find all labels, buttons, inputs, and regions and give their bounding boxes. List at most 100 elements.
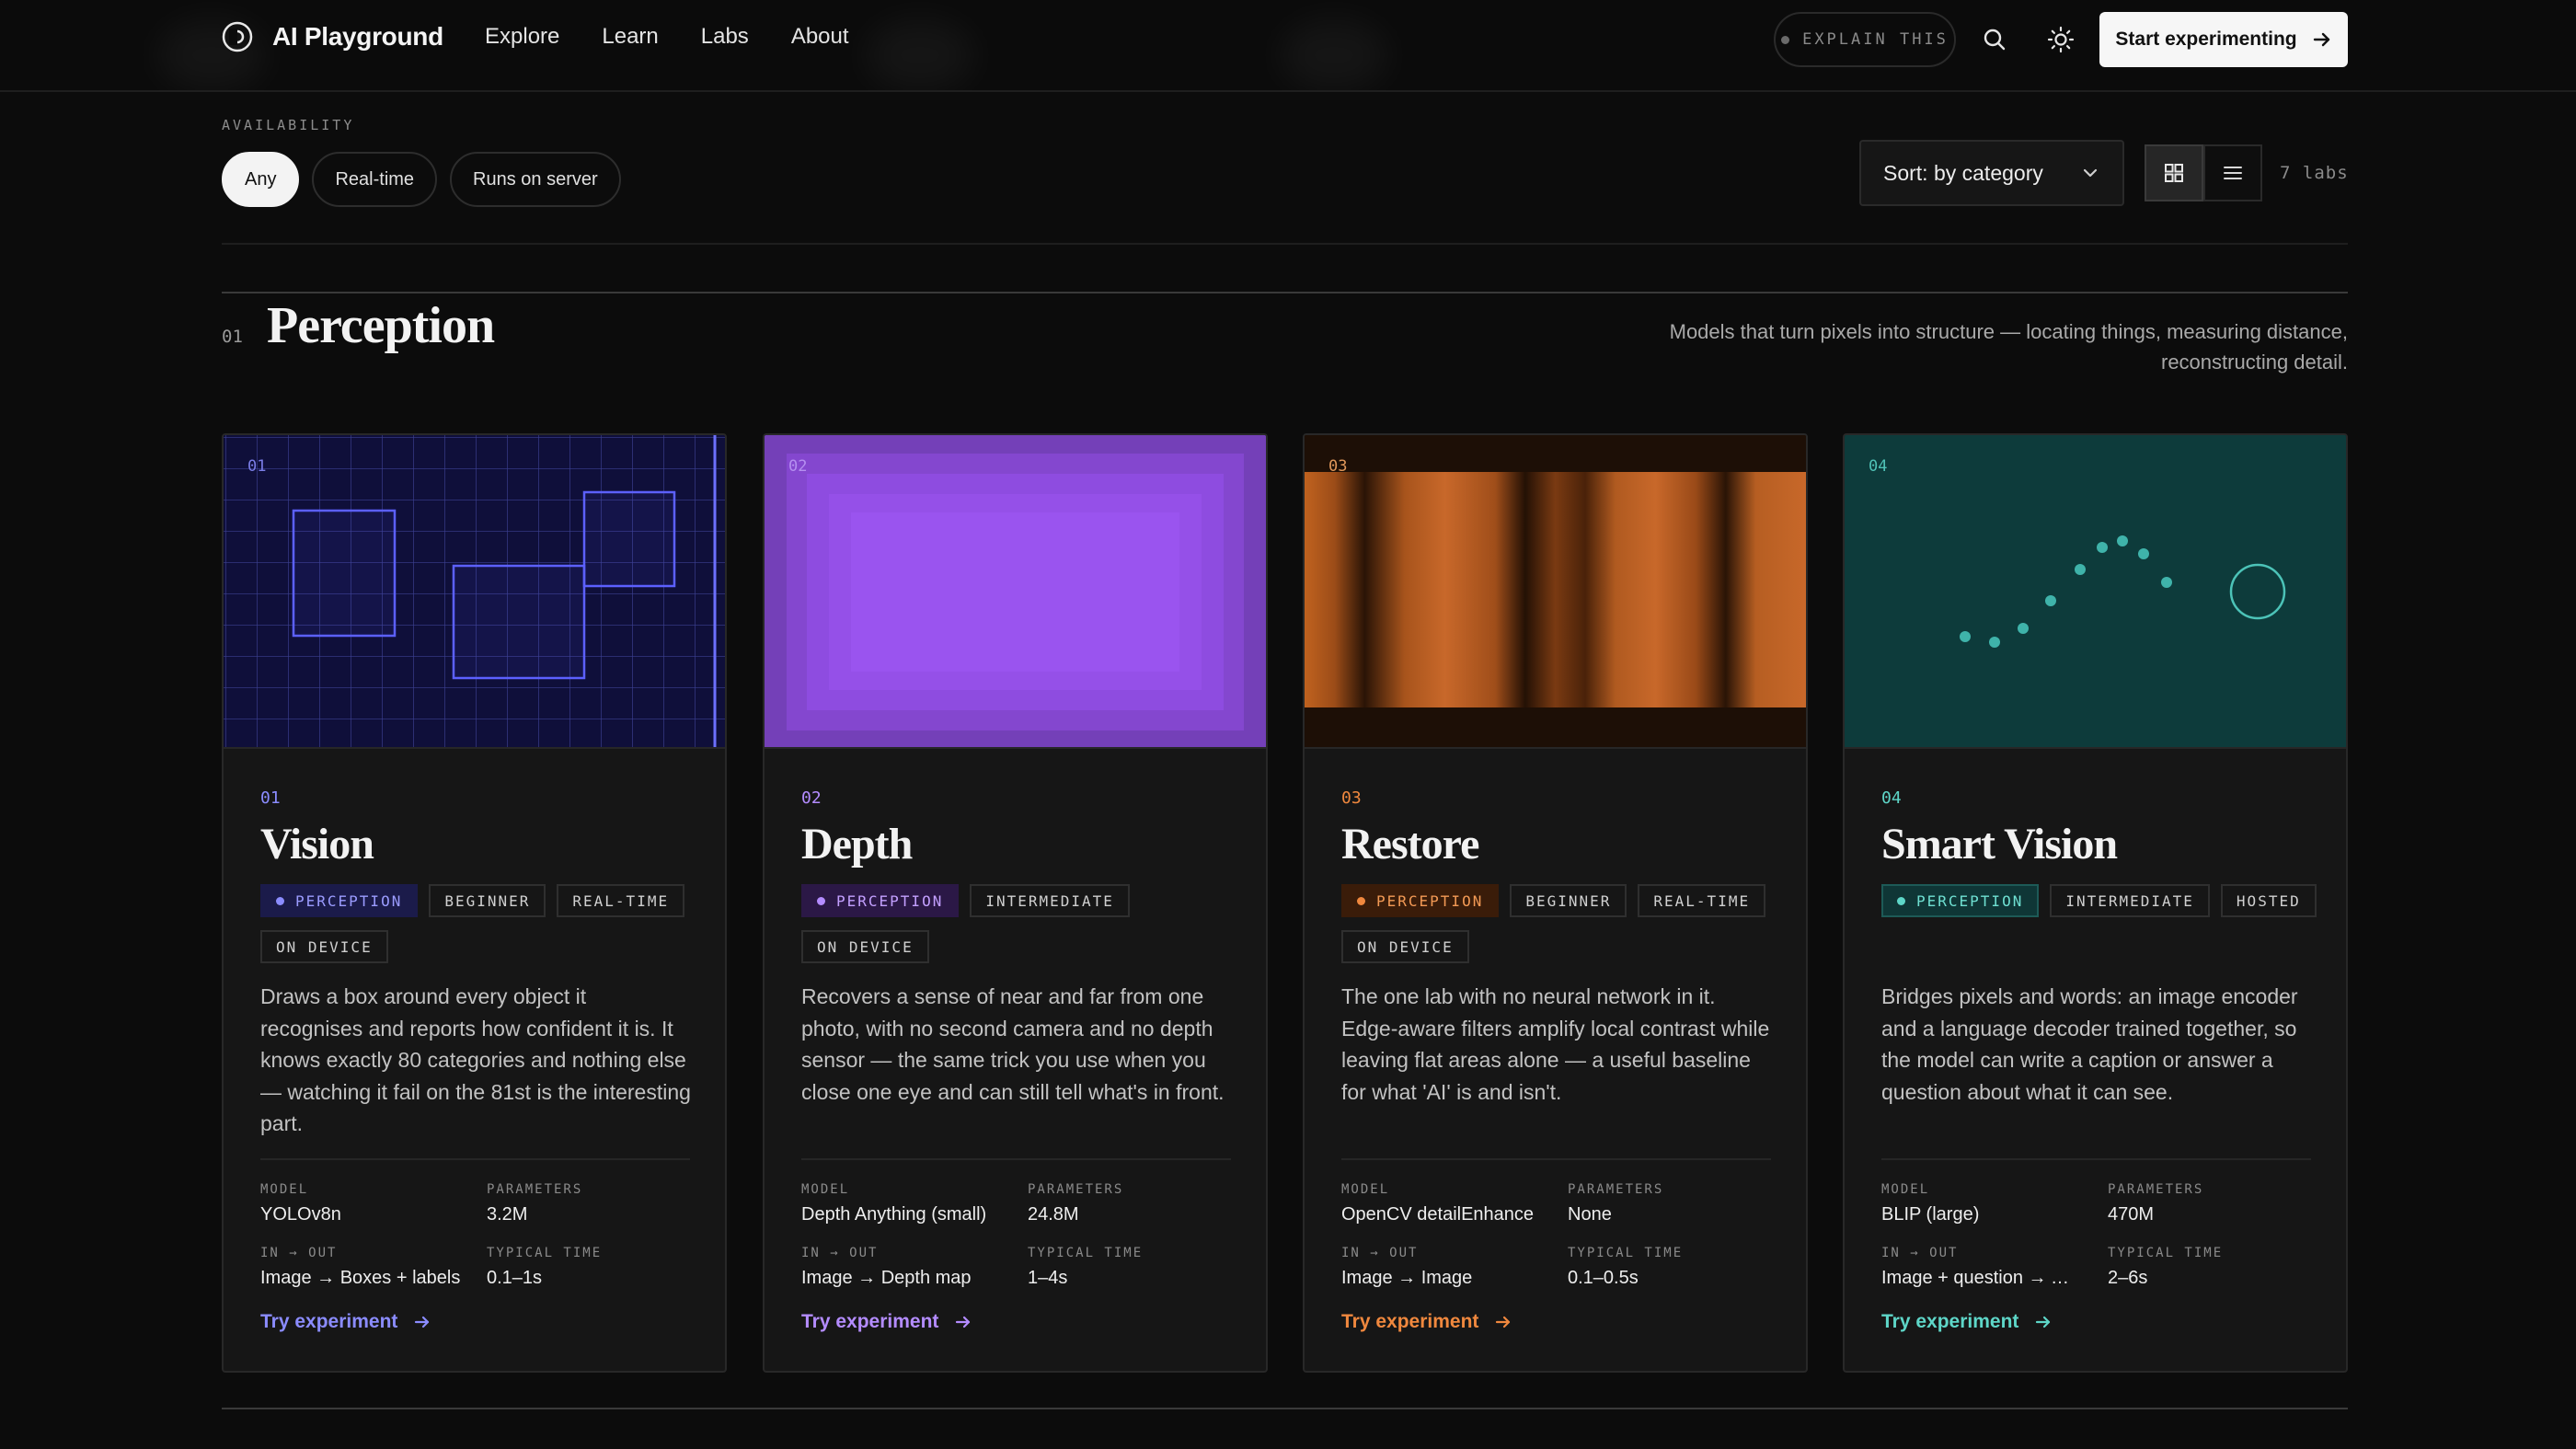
meta-model: MODEL YOLOv8n <box>260 1182 341 1225</box>
sun-icon <box>2047 26 2075 53</box>
tag-category: PERCEPTION <box>801 884 960 917</box>
card-description: Recovers a sense of near and far from on… <box>801 984 1225 1104</box>
meta-typical-time: TYPICAL TIME 1–4s <box>1028 1246 1144 1288</box>
list-view-button[interactable] <box>2203 144 2262 201</box>
card-divider <box>801 1158 1231 1160</box>
meta-typical-time: TYPICAL TIME 2–6s <box>2108 1246 2224 1288</box>
depth-preview: 02 <box>765 435 1266 749</box>
background-glow <box>865 18 975 90</box>
tag-list: PERCEPTION INTERMEDIATE HOSTED <box>1881 884 2323 917</box>
category-dot-icon <box>1357 896 1365 905</box>
tag-availability: ON DEVICE <box>260 930 388 963</box>
tag-level: BEGINNER <box>1510 884 1627 917</box>
meta-model: MODEL BLIP (large) <box>1881 1182 1980 1225</box>
vision-preview: 01 <box>224 435 725 749</box>
meta-parameters: PARAMETERS 470M <box>2108 1182 2204 1225</box>
card-description: The one lab with no neural network in it… <box>1341 984 1770 1104</box>
lab-card-vision[interactable]: 01 01 Vision PERCEPTION BEGINNER REAL-TI… <box>222 433 727 1373</box>
meta-typical-time: TYPICAL TIME 0.1–1s <box>487 1246 603 1288</box>
meta-parameters: PARAMETERS None <box>1568 1182 1664 1225</box>
tag-list: PERCEPTION BEGINNER REAL-TIME ON DEVICE <box>1341 884 1783 963</box>
nav-learn[interactable]: Learn <box>602 24 658 50</box>
meta-in-out: IN → OUT Image → Image <box>1341 1246 1473 1288</box>
meta-parameters: PARAMETERS 3.2M <box>487 1182 583 1225</box>
card-description: Draws a box around every object it recog… <box>260 984 691 1135</box>
meta-in-out: IN → OUT Image → Boxes + labels <box>260 1246 461 1288</box>
tag-availability: HOSTED <box>2220 884 2317 917</box>
view-mode-toggle <box>2145 144 2262 201</box>
explain-this-button[interactable]: EXPLAIN THIS <box>1774 12 1956 67</box>
tag-category: PERCEPTION <box>1341 884 1500 917</box>
nav-about[interactable]: About <box>791 24 849 50</box>
card-number: 02 <box>801 788 822 808</box>
meta-parameters: PARAMETERS 24.8M <box>1028 1182 1124 1225</box>
category-dot-icon <box>1897 896 1905 905</box>
arrow-right-icon <box>956 1316 971 1328</box>
search-button[interactable] <box>1976 21 2013 58</box>
vision-preview-graphic <box>224 435 725 747</box>
try-experiment-link[interactable]: Try experiment <box>1341 1311 1512 1333</box>
sort-select[interactable]: Sort: by category <box>1859 140 2124 206</box>
lab-card-smart-vision[interactable]: 04 04 Smart Vision PERCEPTION INTERMEDIA… <box>1843 433 2348 1373</box>
card-meta: MODEL YOLOv8n PARAMETERS 3.2M IN → OUT Imag… <box>260 1182 693 1289</box>
sort-select-value: Sort: by category <box>1883 160 2043 185</box>
section-divider <box>222 292 2348 293</box>
card-number: 04 <box>1881 788 1902 808</box>
background-glow <box>1279 18 1389 90</box>
card-title: Smart Vision <box>1881 820 2118 868</box>
meta-typical-time: TYPICAL TIME 0.1–0.5s <box>1568 1246 1684 1288</box>
grid-icon <box>2165 164 2183 182</box>
preview-number: 01 <box>247 457 267 476</box>
card-divider <box>1881 1158 2311 1160</box>
brand-logo-icon <box>222 21 253 52</box>
card-meta: MODEL BLIP (large) PARAMETERS 470M IN → OU… <box>1881 1182 2314 1289</box>
filter-chip-real-time[interactable]: Real-time <box>312 152 438 207</box>
preview-number: 02 <box>788 457 808 476</box>
try-experiment-link[interactable]: Try experiment <box>801 1311 972 1333</box>
tag-level: INTERMEDIATE <box>970 884 1130 917</box>
try-experiment-link[interactable]: Try experiment <box>260 1311 431 1333</box>
meta-in-out: IN → OUTImage + question → Answer <box>1881 1246 2076 1288</box>
grid-view-button[interactable] <box>2145 144 2203 201</box>
tag-availability: ON DEVICE <box>801 930 929 963</box>
meta-model: MODEL Depth Anything (small) <box>801 1182 987 1225</box>
theme-toggle-button[interactable] <box>2042 21 2079 58</box>
search-icon <box>1984 29 2006 51</box>
start-experimenting-label: Start experimenting <box>2115 29 2297 50</box>
tag-speed: REAL-TIME <box>557 884 685 917</box>
arrow-right-icon <box>2036 1316 2051 1328</box>
filter-chip-runs-on-server[interactable]: Runs on server <box>450 152 621 207</box>
meta-in-out: IN → OUT Image → Depth map <box>801 1246 972 1288</box>
availability-label: AVAILABILITY <box>222 117 355 133</box>
lab-card-depth[interactable]: 02 02 Depth PERCEPTION INTERMEDIATE ON D… <box>763 433 1268 1373</box>
card-divider <box>1341 1158 1771 1160</box>
section-description: Models that turn pixels into structure —… <box>1669 320 2348 374</box>
nav-labs[interactable]: Labs <box>701 24 749 50</box>
tag-availability: ON DEVICE <box>1341 930 1469 963</box>
depth-preview-graphic <box>765 435 1266 747</box>
smart-vision-preview-graphic <box>1845 435 2346 747</box>
tag-list: PERCEPTION BEGINNER REAL-TIME ON DEVICE <box>260 884 702 963</box>
filter-chip-any[interactable]: Any <box>222 152 300 207</box>
chevron-down-icon <box>2083 168 2098 178</box>
brand-home-link[interactable]: AI Playground <box>221 20 443 53</box>
try-experiment-link[interactable]: Try experiment <box>1881 1311 2052 1333</box>
card-number: 03 <box>1341 788 1362 808</box>
restore-preview-graphic <box>1305 435 1806 747</box>
lab-card-restore[interactable]: 03 03 Restore PERCEPTION BEGINNER REAL-T… <box>1303 433 1808 1373</box>
divider <box>222 243 2348 245</box>
tag-level: BEGINNER <box>429 884 546 917</box>
explain-this-label: EXPLAIN THIS <box>1802 30 1949 49</box>
card-title: Depth <box>801 820 913 868</box>
start-experimenting-button[interactable]: Start experimenting <box>2099 12 2348 67</box>
card-meta: MODEL Depth Anything (small) PARAMETERS 24… <box>801 1182 1234 1289</box>
brand-name: AI Playground <box>272 22 443 51</box>
category-dot-icon <box>276 896 284 905</box>
nav-explore[interactable]: Explore <box>485 24 559 50</box>
meta-model: MODEL OpenCV detailEnhance <box>1341 1182 1535 1225</box>
tag-speed: REAL-TIME <box>1638 884 1766 917</box>
card-divider <box>260 1158 690 1160</box>
section-number: 01 <box>222 327 243 347</box>
status-dot-icon <box>1781 35 1790 44</box>
tag-category: PERCEPTION <box>1881 884 2040 917</box>
